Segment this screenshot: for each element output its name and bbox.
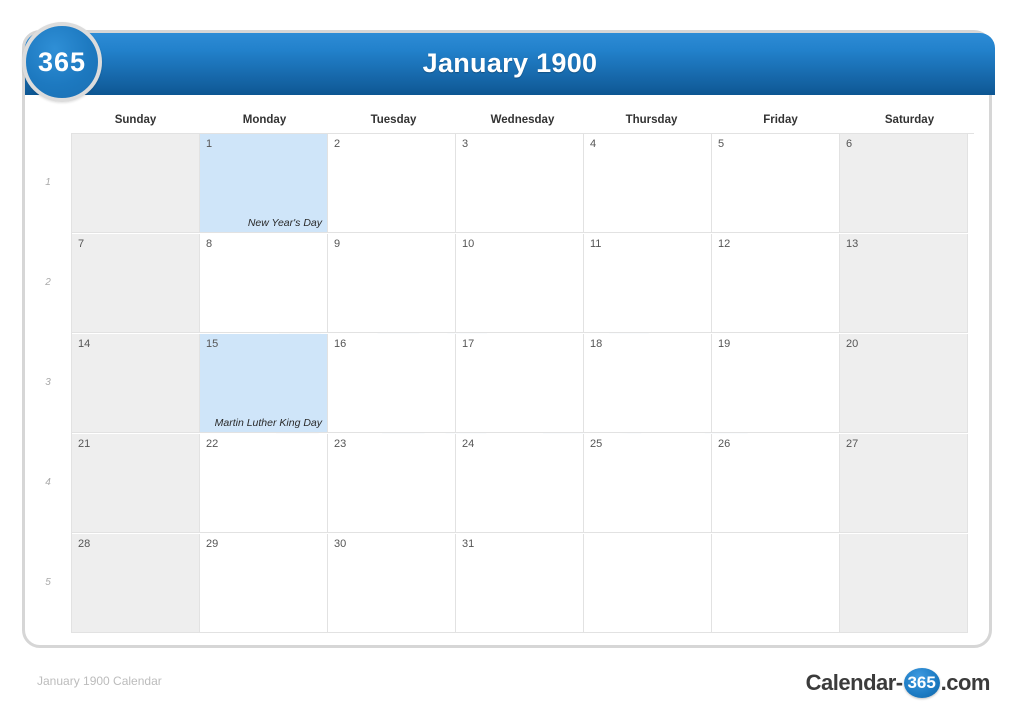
day-number: 6 [846, 138, 853, 150]
day-cell[interactable]: 8 [200, 234, 328, 333]
weekday-header-monday: Monday [242, 114, 287, 126]
day-number: 30 [334, 538, 347, 550]
week-number: 1 [45, 177, 51, 188]
day-cell[interactable]: 28 [72, 534, 200, 633]
footer-caption: January 1900 Calendar [37, 674, 162, 688]
calendar-week-row: 21 22 23 24 25 26 27 [72, 434, 974, 534]
day-number: 1 [206, 138, 213, 150]
day-number: 18 [590, 338, 603, 350]
day-cell[interactable]: 12 [712, 234, 840, 333]
day-cell[interactable]: 3 [456, 134, 584, 233]
day-number: 23 [334, 438, 347, 450]
day-cell[interactable]: 10 [456, 234, 584, 333]
day-cell[interactable]: 19 [712, 334, 840, 433]
day-cell[interactable]: 26 [712, 434, 840, 533]
weekday-header-sunday: Sunday [114, 114, 157, 126]
day-cell[interactable]: 25 [584, 434, 712, 533]
day-number: 8 [206, 238, 213, 250]
day-number: 2 [334, 138, 341, 150]
weekday-header-wednesday: Wednesday [490, 114, 555, 126]
day-cell[interactable]: 4 [584, 134, 712, 233]
day-cell-empty [72, 134, 200, 233]
day-number: 13 [846, 238, 859, 250]
calendar-card: 365 January 1900 SundayMondayTuesdayWedn… [22, 30, 995, 648]
calendar-week-row: 1 New Year's Day 2 3 4 5 6 [72, 134, 974, 234]
day-number: 25 [590, 438, 603, 450]
day-cell[interactable]: 16 [328, 334, 456, 433]
day-number: 22 [206, 438, 219, 450]
holiday-label: New Year's Day [247, 217, 322, 229]
day-number: 17 [462, 338, 475, 350]
day-number: 9 [334, 238, 341, 250]
day-number: 10 [462, 238, 475, 250]
day-number: 3 [462, 138, 469, 150]
week-number: 2 [45, 277, 51, 288]
site-logo-text-left: Calendar- [805, 670, 903, 695]
day-number: 20 [846, 338, 859, 350]
site-logo-text-right: .com [940, 670, 991, 695]
day-cell[interactable]: 6 [840, 134, 968, 233]
day-cell-empty [712, 534, 840, 633]
logo-badge-label: 365 [37, 47, 87, 77]
weekday-header-thursday: Thursday [625, 114, 678, 126]
site-logo[interactable]: Calendar- 365 .com [805, 668, 991, 698]
day-cell[interactable]: 18 [584, 334, 712, 433]
day-cell[interactable]: 9 [328, 234, 456, 333]
weekday-header-saturday: Saturday [884, 114, 935, 126]
day-number: 21 [78, 438, 91, 450]
week-number: 3 [45, 377, 51, 388]
day-cell[interactable]: 22 [200, 434, 328, 533]
page-title: January 1900 [422, 48, 598, 78]
day-number: 24 [462, 438, 475, 450]
day-cell-empty [840, 534, 968, 633]
week-number-gutter: 1 2 3 4 5 [25, 133, 71, 633]
day-cell[interactable]: 20 [840, 334, 968, 433]
calendar-week-row: 28 29 30 31 [72, 534, 974, 634]
day-cell[interactable]: 14 [72, 334, 200, 433]
week-number: 5 [45, 577, 51, 588]
day-number: 29 [206, 538, 219, 550]
calendar-week-row: 7 8 9 10 11 12 13 [72, 234, 974, 334]
day-cell[interactable]: 11 [584, 234, 712, 333]
week-number: 4 [45, 477, 51, 488]
calendar-title-bar: January 1900 [25, 33, 995, 95]
day-number: 5 [718, 138, 725, 150]
day-cell[interactable]: 2 [328, 134, 456, 233]
day-cell[interactable]: 23 [328, 434, 456, 533]
day-cell-empty [584, 534, 712, 633]
day-number: 27 [846, 438, 859, 450]
day-cell[interactable]: 7 [72, 234, 200, 333]
day-number: 11 [590, 238, 602, 250]
calendar-grid: 1 New Year's Day 2 3 4 5 6 7 8 9 10 11 12 13 14 15 Marti… [71, 133, 974, 633]
day-number: 19 [718, 338, 731, 350]
logo-badge-365: 365 [22, 22, 102, 102]
weekday-header-friday: Friday [763, 114, 798, 126]
day-cell[interactable]: 1 New Year's Day [200, 134, 328, 233]
day-cell[interactable]: 24 [456, 434, 584, 533]
day-number: 14 [78, 338, 91, 350]
day-number: 31 [462, 538, 475, 550]
day-number: 16 [334, 338, 347, 350]
day-number: 28 [78, 538, 91, 550]
day-cell[interactable]: 31 [456, 534, 584, 633]
calendar-week-row: 14 15 Martin Luther King Day 16 17 18 19 20 [72, 334, 974, 434]
day-number: 4 [590, 138, 597, 150]
day-cell[interactable]: 21 [72, 434, 200, 533]
day-cell[interactable]: 13 [840, 234, 968, 333]
day-number: 7 [78, 238, 85, 250]
day-number: 26 [718, 438, 731, 450]
day-cell[interactable]: 17 [456, 334, 584, 433]
day-cell[interactable]: 29 [200, 534, 328, 633]
site-logo-circle: 365 [903, 668, 940, 698]
weekday-header-tuesday: Tuesday [370, 114, 417, 126]
day-cell[interactable]: 15 Martin Luther King Day [200, 334, 328, 433]
day-cell[interactable]: 5 [712, 134, 840, 233]
day-cell[interactable]: 30 [328, 534, 456, 633]
holiday-label: Martin Luther King Day [214, 417, 322, 429]
day-cell[interactable]: 27 [840, 434, 968, 533]
weekday-header-row: Sunday Monday Tuesday Wednesday Thursday Frid… [71, 107, 974, 133]
day-number: 12 [718, 238, 731, 250]
day-number: 15 [206, 338, 219, 350]
